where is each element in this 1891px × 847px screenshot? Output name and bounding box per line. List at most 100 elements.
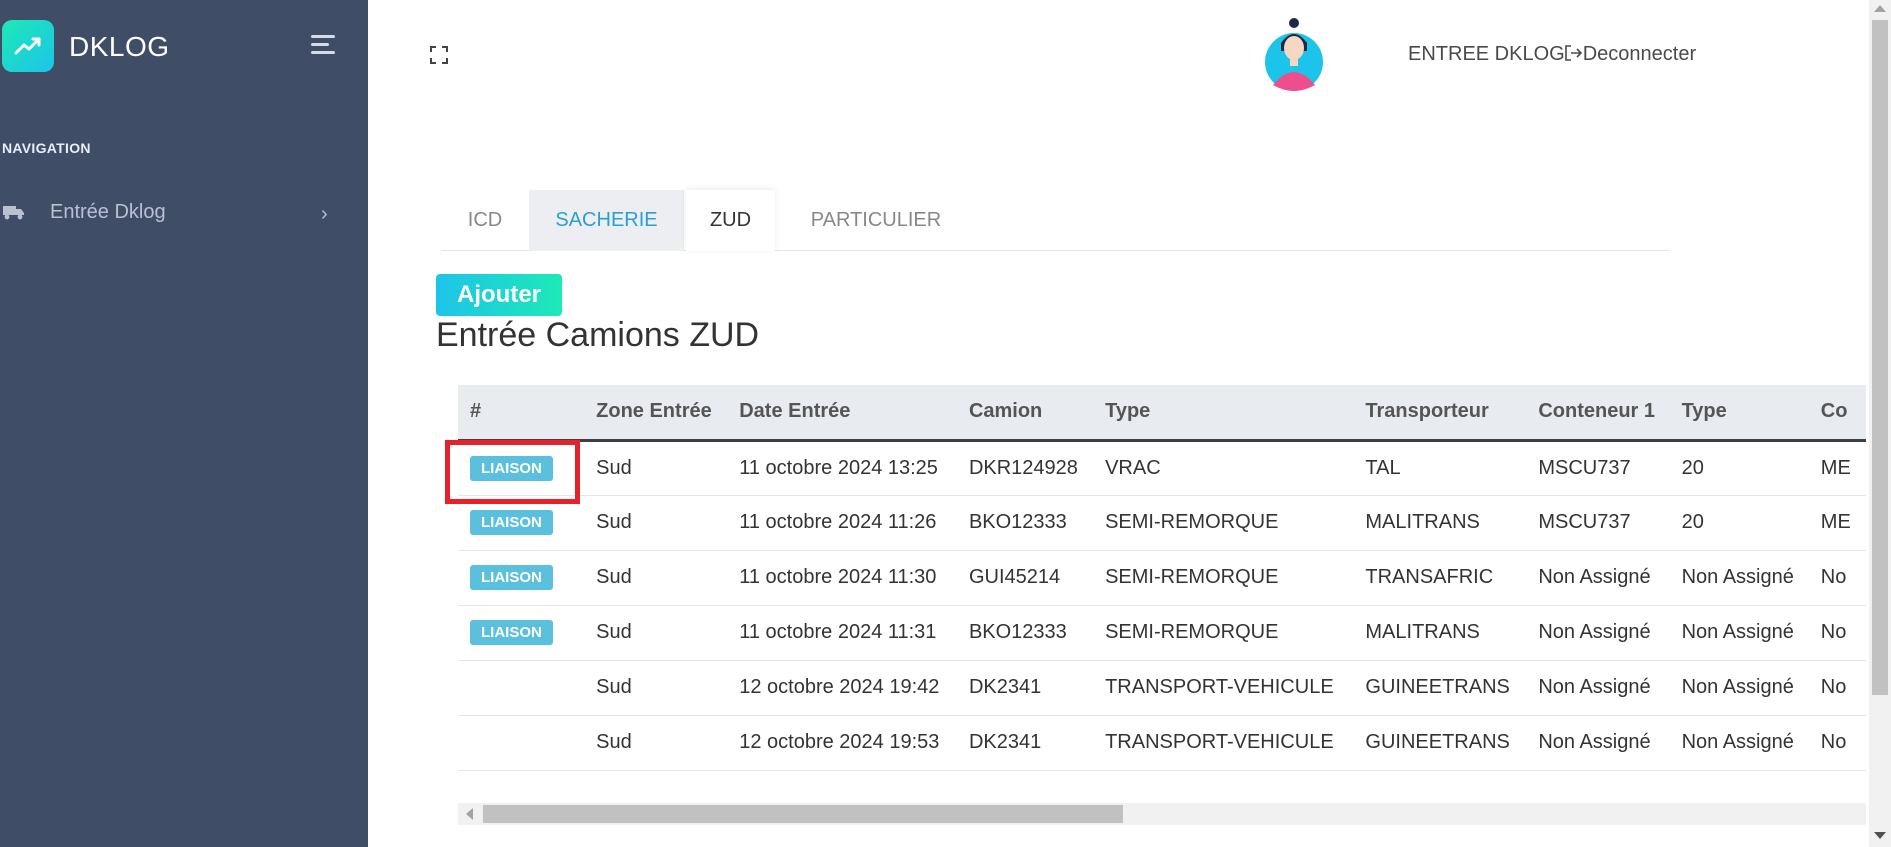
chevron-right-icon: › <box>321 203 328 225</box>
logout-link[interactable]: Deconnecter <box>1564 43 1697 65</box>
cell-date: 12 octobre 2024 19:53 <box>739 731 940 753</box>
cell-zone: Sud <box>596 511 632 533</box>
cell-transporteur: TAL <box>1365 456 1401 479</box>
col-header-extra[interactable]: Co <box>1808 385 1866 442</box>
table-header-row: # Zone Entrée Date Entrée Camion Type Tr… <box>458 385 1866 442</box>
cell-extra: No <box>1820 731 1847 753</box>
col-header-type[interactable]: Type <box>1093 385 1354 442</box>
table-row: LIAISON Sud 11 octobre 2024 13:25 DKR124928… <box>458 440 1866 495</box>
cell-zone: Sud <box>596 731 632 753</box>
cell-type2: Non Assigné <box>1681 566 1794 588</box>
scroll-up-icon[interactable] <box>1874 5 1886 12</box>
sidebar-item-label: Entrée Dklog <box>50 201 166 223</box>
cell-date: 11 octobre 2024 11:31 <box>739 621 937 643</box>
cell-camion: DK2341 <box>968 731 1042 753</box>
scrollbar-thumb[interactable] <box>483 805 1123 823</box>
table-row: LIAISON Sud 11 octobre 2024 11:31 BKO12333 S… <box>458 605 1866 660</box>
tab-zud[interactable]: ZUD <box>686 190 775 251</box>
menu-toggle-icon[interactable] <box>311 35 339 57</box>
cell-camion: DK2341 <box>968 676 1042 698</box>
col-header-date[interactable]: Date Entrée <box>727 385 957 442</box>
brand: DKLOG <box>0 18 368 74</box>
vertical-scrollbar[interactable] <box>1869 0 1891 847</box>
nav-caption: NAVIGATION <box>2 140 91 156</box>
cell-date: 11 octobre 2024 11:26 <box>739 511 937 533</box>
cell-type: SEMI-REMORQUE <box>1105 621 1279 643</box>
col-header-transporteur[interactable]: Transporteur <box>1353 385 1527 442</box>
cell-date: 11 octobre 2024 11:30 <box>739 566 937 588</box>
col-header-camion[interactable]: Camion <box>956 385 1094 442</box>
row-action-cell: LIAISON <box>458 605 584 660</box>
cell-conteneur: Non Assigné <box>1538 676 1651 698</box>
cell-transporteur: MALITRANS <box>1365 621 1480 643</box>
scrollbar-thumb[interactable] <box>1872 20 1888 695</box>
cell-extra: No <box>1820 566 1847 588</box>
tab-bar: ICD SACHERIE ZUD PARTICULIER <box>441 190 1669 251</box>
scroll-left-icon[interactable] <box>466 808 473 820</box>
row-action-cell <box>458 660 584 715</box>
cell-conteneur: Non Assigné <box>1538 731 1651 753</box>
tab-particulier[interactable]: PARTICULIER <box>775 190 977 251</box>
cell-type: TRANSPORT-VEHICULE <box>1105 731 1334 753</box>
col-header-zone[interactable]: Zone Entrée <box>584 385 728 442</box>
entries-table: # Zone Entrée Date Entrée Camion Type Tr… <box>458 385 1866 771</box>
cell-zone: Sud <box>596 621 632 643</box>
header-user: ENTREE DKLOG Deconnecter <box>1408 43 1696 66</box>
cell-camion: DKR124928 <box>968 456 1078 479</box>
cell-zone: Sud <box>596 566 632 588</box>
row-action-cell <box>458 715 584 770</box>
sidebar-item-entree-dklog[interactable]: Entrée Dklog › <box>0 194 368 230</box>
page-title: Entrée Camions ZUD <box>436 316 760 354</box>
cell-transporteur: GUINEETRANS <box>1365 676 1510 698</box>
avatar[interactable] <box>1263 18 1325 92</box>
cell-zone: Sud <box>596 676 632 698</box>
cell-zone: Sud <box>596 456 632 479</box>
table-container: # Zone Entrée Date Entrée Camion Type Tr… <box>458 385 1866 771</box>
table-row: LIAISON Sud 11 octobre 2024 11:30 GUI45214 S… <box>458 550 1866 605</box>
tab-sacherie[interactable]: SACHERIE <box>529 190 684 251</box>
add-button[interactable]: Ajouter <box>436 274 562 316</box>
tab-icd[interactable]: ICD <box>441 190 529 251</box>
cell-type: TRANSPORT-VEHICULE <box>1105 676 1334 698</box>
liaison-badge[interactable]: LIAISON <box>470 455 553 481</box>
sidebar: DKLOG NAVIGATION Entrée Dklog › <box>0 0 368 847</box>
cell-type: SEMI-REMORQUE <box>1105 511 1279 533</box>
cell-date: 11 octobre 2024 13:25 <box>739 456 938 479</box>
table-row: LIAISON Sud 11 octobre 2024 11:26 BKO12333 S… <box>458 495 1866 550</box>
cell-extra: No <box>1820 621 1847 643</box>
logout-icon <box>1564 45 1582 61</box>
cell-transporteur: TRANSAFRIC <box>1365 566 1494 588</box>
cell-type2: Non Assigné <box>1681 731 1794 753</box>
horizontal-scrollbar[interactable] <box>458 803 1866 825</box>
cell-camion: BKO12333 <box>968 511 1067 533</box>
row-action-cell: LIAISON <box>458 440 584 495</box>
col-header-index[interactable]: # <box>458 385 585 442</box>
cell-extra: No <box>1820 676 1847 698</box>
col-header-type2[interactable]: Type <box>1669 385 1809 442</box>
cell-conteneur: MSCU737 <box>1538 456 1631 479</box>
cell-camion: BKO12333 <box>968 621 1067 643</box>
liaison-badge[interactable]: LIAISON <box>470 620 553 645</box>
trending-up-icon <box>2 20 54 72</box>
col-header-conteneur[interactable]: Conteneur 1 <box>1526 385 1670 442</box>
fullscreen-icon[interactable] <box>430 46 448 64</box>
truck-icon <box>3 206 24 220</box>
cell-extra: ME <box>1820 456 1851 479</box>
row-action-cell: LIAISON <box>458 550 584 605</box>
user-label: ENTREE DKLOG <box>1408 43 1565 65</box>
cell-date: 12 octobre 2024 19:42 <box>739 676 940 698</box>
cell-type: SEMI-REMORQUE <box>1105 566 1279 588</box>
cell-type2: Non Assigné <box>1681 676 1794 698</box>
cell-type2: 20 <box>1681 511 1704 533</box>
logout-label: Deconnecter <box>1582 43 1697 65</box>
liaison-badge[interactable]: LIAISON <box>470 565 553 590</box>
cell-conteneur: MSCU737 <box>1538 511 1631 533</box>
scroll-down-icon[interactable] <box>1874 832 1886 839</box>
cell-conteneur: Non Assigné <box>1538 566 1651 588</box>
cell-camion: GUI45214 <box>968 566 1061 588</box>
liaison-badge[interactable]: LIAISON <box>470 510 553 535</box>
cell-type2: Non Assigné <box>1681 621 1794 643</box>
cell-conteneur: Non Assigné <box>1538 621 1651 643</box>
cell-transporteur: MALITRANS <box>1365 511 1480 533</box>
brand-name: DKLOG <box>69 31 170 62</box>
